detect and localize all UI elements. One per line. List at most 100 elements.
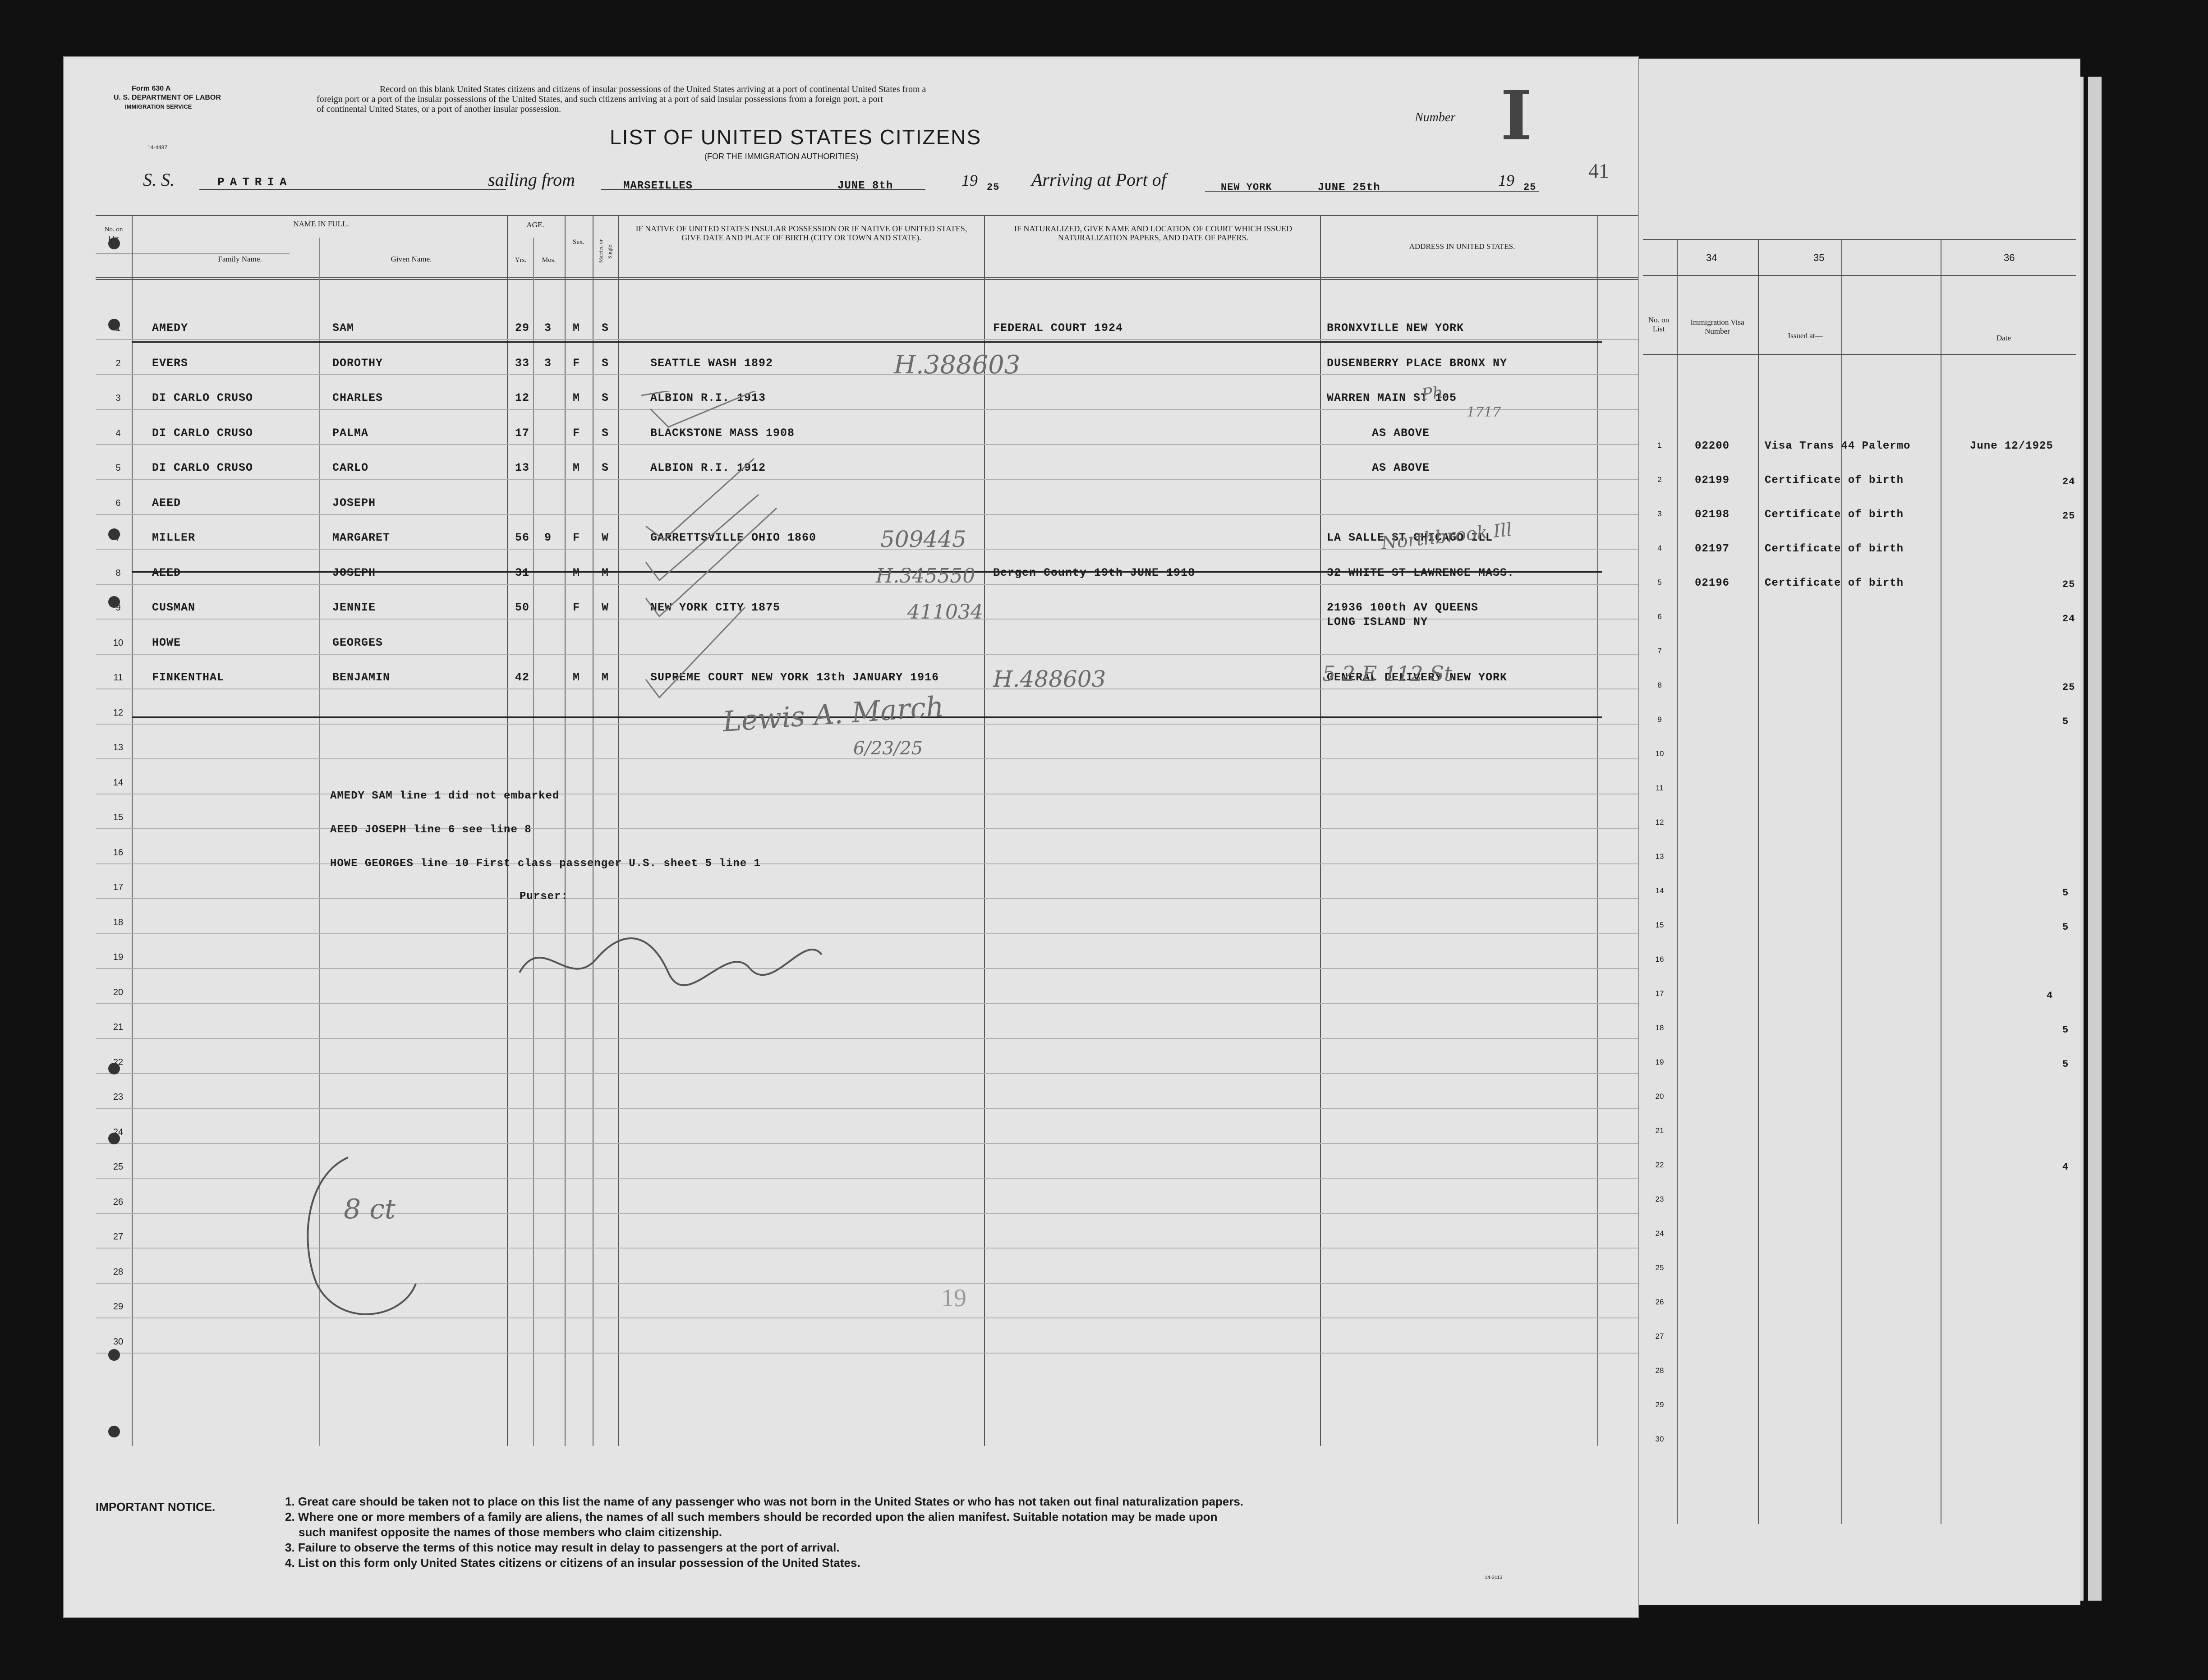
row-rule xyxy=(96,898,1638,899)
right-row-number: 28 xyxy=(1655,1366,1664,1375)
row-number: 20 xyxy=(113,987,124,997)
sex-cell: M xyxy=(573,566,580,579)
right-row-number: 26 xyxy=(1655,1298,1664,1306)
address-cell: AS ABOVE xyxy=(1372,426,1430,440)
right-row-number: 14 xyxy=(1655,886,1664,895)
no-on-list-header: No. on List xyxy=(1648,316,1670,333)
right-row-number: 16 xyxy=(1655,955,1664,964)
family-name-cell: EVERS xyxy=(152,356,189,370)
given-name-cell: MARGARET xyxy=(332,531,391,544)
row-number: 8 xyxy=(115,568,121,578)
row-number: 26 xyxy=(113,1197,124,1207)
row-rule xyxy=(96,479,1638,480)
row-number: 2 xyxy=(115,358,121,368)
date-header: Date xyxy=(1996,334,2011,342)
form-number: Form 630 A xyxy=(132,85,171,92)
row-rule xyxy=(96,1352,1638,1354)
sailing-year: 25 xyxy=(987,182,1000,193)
notice-item-4: 4. List on this form only United States … xyxy=(285,1556,860,1570)
family-name-cell: CUSMAN xyxy=(152,601,196,614)
family-name-cell: AEED xyxy=(152,496,181,510)
given-name-cell: JENNIE xyxy=(332,601,376,614)
right-row-number: 24 xyxy=(1655,1229,1664,1238)
arrival-date: JUNE 25th xyxy=(1318,182,1380,194)
age-header: AGE. xyxy=(526,220,544,229)
col-36-label: 36 xyxy=(2004,252,2015,263)
binding-hole xyxy=(108,1133,120,1144)
handwritten-note: 509445 xyxy=(880,526,966,552)
naturalization-cell: FEDERAL COURT 1924 xyxy=(993,321,1123,335)
right-row-number: 11 xyxy=(1656,784,1664,792)
sex-cell: F xyxy=(573,356,580,370)
margin-mark: 5 xyxy=(2062,922,2069,933)
margin-mark: 25 xyxy=(2062,682,2075,693)
row-rule xyxy=(96,374,1638,375)
marital-status-cell: W xyxy=(602,601,609,614)
married-single-header: Married or Single. xyxy=(598,239,613,263)
issued-at-header: Issued at— xyxy=(1788,331,1823,340)
marital-status-cell: S xyxy=(602,356,609,370)
row-number: 5 xyxy=(115,463,121,473)
handwritten-note: Ph. xyxy=(1421,383,1449,404)
right-row-number: 23 xyxy=(1655,1195,1664,1203)
row-rule xyxy=(96,444,1638,445)
right-row-number: 15 xyxy=(1655,921,1664,929)
address-line-2-cell: LONG ISLAND NY xyxy=(1327,615,1428,629)
row-rule xyxy=(96,514,1638,515)
marital-status-cell: M xyxy=(602,671,609,684)
right-row-number: 7 xyxy=(1657,647,1662,655)
row-rule xyxy=(96,968,1638,969)
handwritten-note: H.488603 xyxy=(993,666,1106,692)
address-cell: BRONXVILLE NEW YORK xyxy=(1327,321,1464,335)
visa-date-cell: June 12/1925 xyxy=(1970,440,2053,452)
margin-mark: 5 xyxy=(2062,716,2069,727)
family-name-cell: FINKENTHAL xyxy=(152,671,225,684)
sex-cell: F xyxy=(573,426,580,440)
right-row-number: 17 xyxy=(1655,989,1664,998)
issued-at-cell: Visa Trans 44 Palermo xyxy=(1765,440,1911,452)
address-header: ADDRESS IN UNITED STATES. xyxy=(1409,242,1515,251)
name-in-full-header: NAME IN FULL. xyxy=(293,220,349,228)
right-row-number: 27 xyxy=(1655,1332,1664,1340)
right-row-number: 25 xyxy=(1655,1263,1664,1272)
age-months-cell: 3 xyxy=(544,321,552,335)
marital-status-cell: S xyxy=(602,321,609,335)
row-number: 23 xyxy=(113,1092,124,1102)
row-rule xyxy=(96,828,1638,829)
ss-label: S. S. xyxy=(143,170,175,190)
given-name-cell: PALMA xyxy=(332,426,369,440)
handwritten-circle xyxy=(307,1157,417,1315)
visa-number-cell: 02199 xyxy=(1695,474,1730,487)
stamped-number: 19 xyxy=(941,1284,966,1312)
family-name-cell: DI CARLO CRUSO xyxy=(152,461,253,474)
page-edge xyxy=(2088,77,2102,1601)
row-number: 3 xyxy=(115,393,121,403)
row-number: 17 xyxy=(113,882,124,892)
visa-number-cell: 02196 xyxy=(1695,577,1730,589)
issued-at-cell: Certificate of birth xyxy=(1765,474,1904,487)
family-name-cell: DI CARLO CRUSO xyxy=(152,391,253,404)
family-name-cell: MILLER xyxy=(152,531,196,544)
purser-signature xyxy=(519,937,823,986)
notice-item-1: 1. Great care should be taken not to pla… xyxy=(285,1495,1244,1508)
given-name-cell: BENJAMIN xyxy=(332,671,391,684)
strike-line-1 xyxy=(132,341,1602,343)
row-number: 14 xyxy=(113,777,124,788)
age-years-cell: 13 xyxy=(515,461,530,474)
row-number: 28 xyxy=(113,1267,124,1277)
sailing-year-prefix: 19 xyxy=(961,171,978,189)
given-name-header: Given Name. xyxy=(391,255,432,263)
col-35-label: 35 xyxy=(1813,252,1825,263)
row-number: 19 xyxy=(113,952,124,962)
row-number: 21 xyxy=(113,1022,124,1032)
binding-hole xyxy=(108,596,120,608)
binding-hole xyxy=(108,528,120,540)
right-row-number: 2 xyxy=(1657,475,1662,484)
row-number: 27 xyxy=(113,1232,124,1242)
right-row-number: 1 xyxy=(1657,441,1662,450)
age-months-header: Mos. xyxy=(542,257,556,264)
row-rule xyxy=(96,863,1638,864)
sex-header: Sex. xyxy=(572,239,585,246)
right-row-number: 19 xyxy=(1655,1058,1664,1066)
form-code: 14-4487 xyxy=(147,144,168,151)
